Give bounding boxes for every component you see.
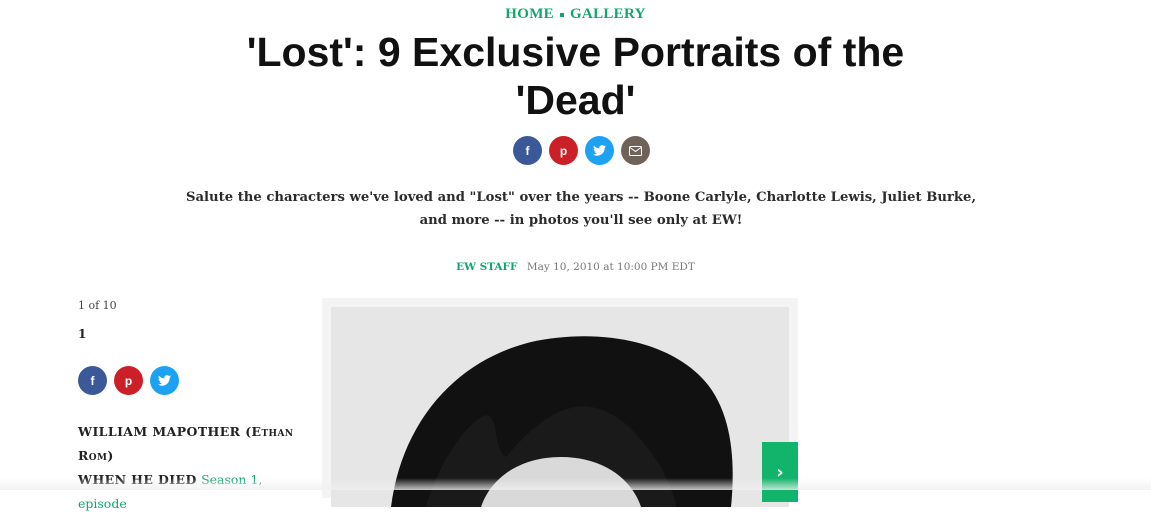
share-email-button[interactable] — [621, 136, 650, 165]
byline: EW STAFF May 10, 2010 at 10:00 PM EDT — [0, 261, 1151, 273]
email-icon — [629, 145, 642, 156]
share-facebook-button[interactable]: f — [513, 136, 542, 165]
gallery-description: Salute the characters we've loved and "L… — [185, 190, 977, 228]
twitter-icon — [593, 145, 606, 156]
breadcrumb: HOME GALLERY — [0, 6, 1151, 23]
bottom-fade — [0, 478, 1151, 490]
slide-caption: WILLIAM MAPOTHER (Ethan Rom) WHEN HE DIE… — [78, 420, 303, 516]
page-title: 'Lost': 9 Exclusive Portraits of the 'De… — [246, 29, 905, 123]
portrait-image — [331, 307, 789, 507]
pinterest-icon: p — [124, 373, 133, 388]
gallery-photo — [331, 307, 789, 507]
publish-date: May 10, 2010 at 10:00 PM EDT — [526, 261, 695, 273]
share-bar-top: f p — [513, 136, 650, 165]
share-twitter-button[interactable] — [585, 136, 614, 165]
caption-death-line: WHEN HE DIED Season 1, episode — [78, 468, 303, 516]
facebook-icon: f — [90, 373, 95, 388]
breadcrumb-home-link[interactable]: HOME — [505, 6, 554, 22]
facebook-icon: f — [525, 143, 530, 158]
author-link[interactable]: EW STAFF — [456, 261, 517, 273]
twitter-icon — [158, 375, 171, 386]
breadcrumb-separator — [559, 12, 564, 17]
slide-number: 1 — [78, 327, 87, 341]
breadcrumb-gallery-link[interactable]: GALLERY — [570, 6, 646, 22]
slide-share-pinterest-button[interactable]: p — [114, 366, 143, 395]
pinterest-icon: p — [559, 143, 568, 158]
slide-counter: 1 of 10 — [78, 299, 117, 312]
caption-name: WILLIAM MAPOTHER (Ethan Rom) — [78, 424, 294, 463]
share-pinterest-button[interactable]: p — [549, 136, 578, 165]
slide-share-twitter-button[interactable] — [150, 366, 179, 395]
next-slide-button[interactable]: › — [762, 442, 798, 502]
share-bar-slide: f p — [78, 366, 179, 395]
slide-share-facebook-button[interactable]: f — [78, 366, 107, 395]
